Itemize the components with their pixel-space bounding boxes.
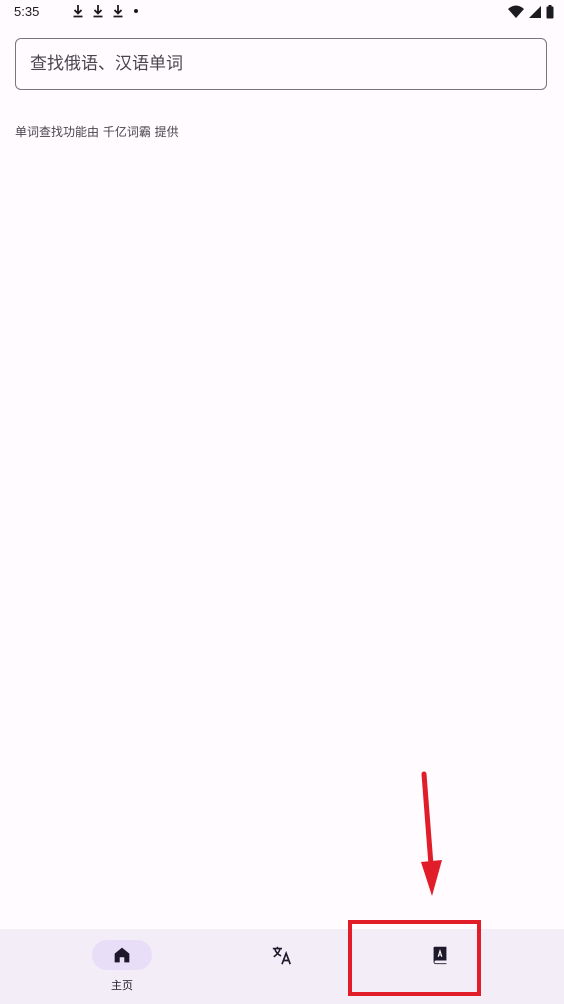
annotation-arrow <box>421 771 442 896</box>
status-bar: 5:35 <box>0 0 564 24</box>
provider-credit-text: 单词查找功能由 千亿词霸 提供 <box>15 125 179 139</box>
download-icon <box>112 4 124 18</box>
dictionary-book-icon <box>429 944 451 966</box>
download-icon <box>72 4 84 18</box>
wifi-icon <box>508 4 524 23</box>
battery-icon <box>546 4 554 23</box>
search-input[interactable] <box>16 39 546 89</box>
status-time: 5:35 <box>14 4 40 19</box>
home-icon <box>111 944 133 966</box>
system-icons <box>508 4 554 23</box>
dot-icon <box>132 4 140 18</box>
nav-item-dictionary[interactable] <box>346 929 534 1004</box>
bottom-navigation-bar: 主页 <box>0 929 564 1004</box>
translate-icon <box>271 944 293 966</box>
signal-icon <box>528 4 542 23</box>
search-field[interactable] <box>15 38 547 90</box>
notification-icons <box>72 4 140 18</box>
download-icon <box>92 4 104 18</box>
